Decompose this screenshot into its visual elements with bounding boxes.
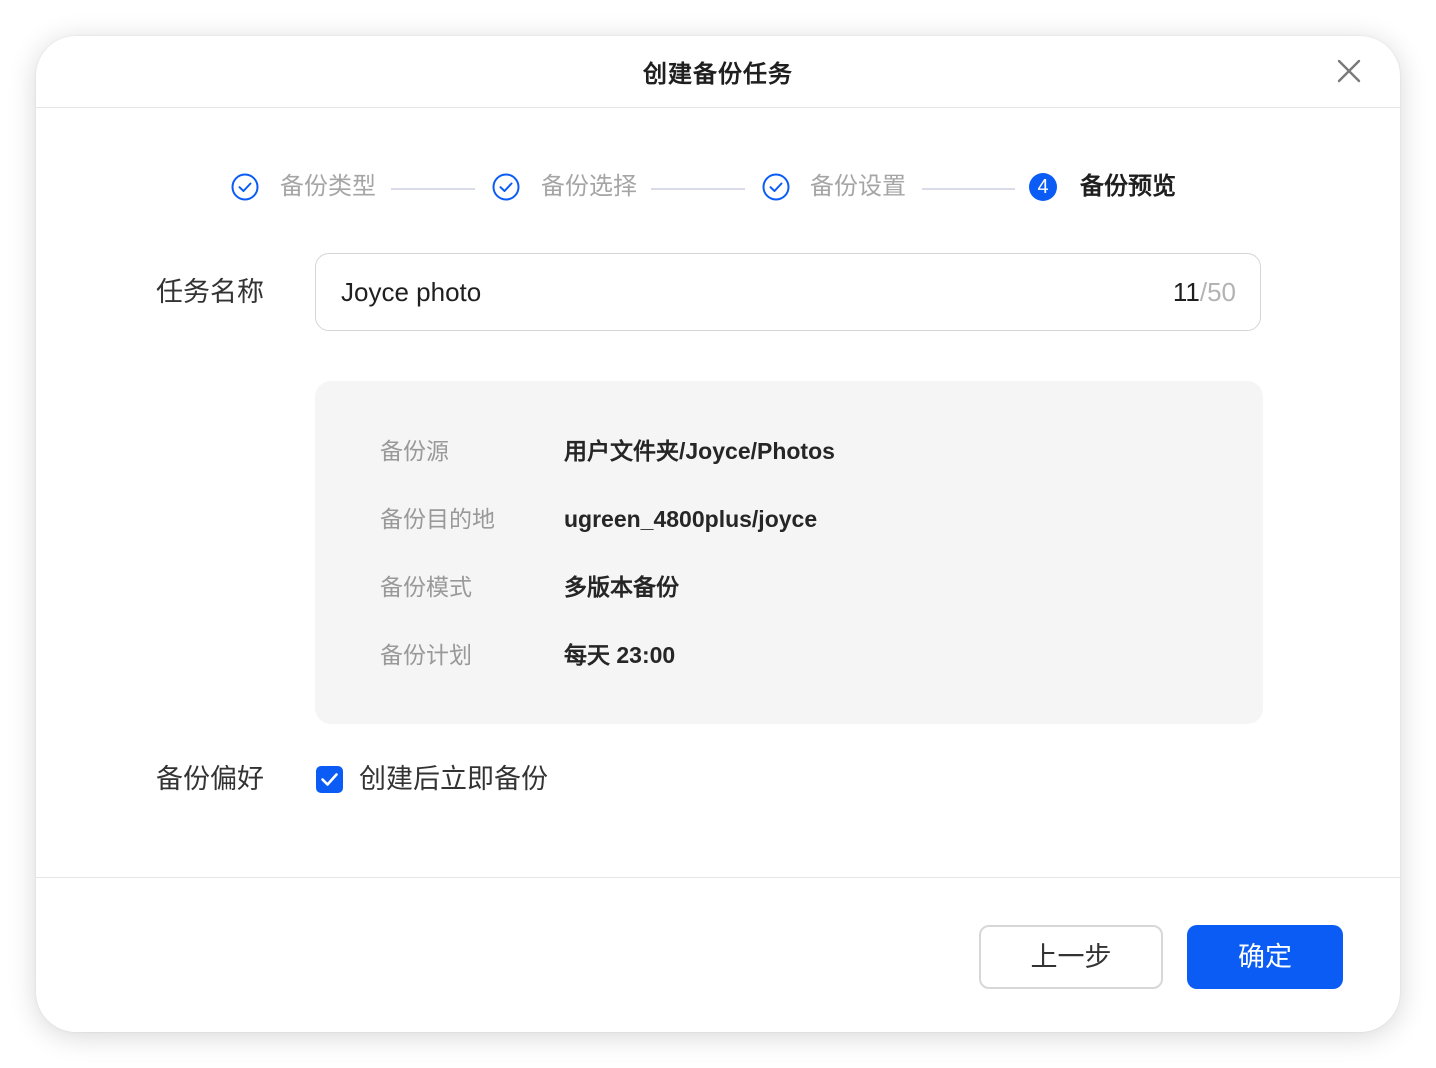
create-backup-dialog: 创建备份任务 备份类型 备份选择 备份设置 4 备份预览 任务名称 Joyce … — [36, 36, 1400, 1032]
summary-value-source: 用户文件夹/Joyce/Photos — [564, 438, 835, 464]
check-circle-icon — [762, 173, 790, 201]
checkmark-icon — [321, 773, 338, 786]
backup-preference-label: 备份偏好 — [156, 764, 264, 794]
confirm-button[interactable]: 确定 — [1187, 925, 1343, 989]
step-indicator: 备份类型 备份选择 备份设置 4 备份预览 — [36, 36, 1400, 236]
summary-key-mode: 备份模式 — [380, 574, 472, 600]
step-label-backup-settings: 备份设置 — [810, 173, 906, 200]
char-counter: 11/50 — [1173, 275, 1236, 309]
step-connector — [391, 188, 475, 190]
summary-value-schedule: 每天 23:00 — [564, 642, 676, 668]
previous-step-button[interactable]: 上一步 — [979, 925, 1163, 989]
char-max: /50 — [1199, 277, 1236, 307]
task-name-label: 任务名称 — [156, 277, 264, 307]
step-label-backup-type: 备份类型 — [280, 173, 376, 200]
summary-key-source: 备份源 — [380, 438, 449, 464]
check-circle-icon — [492, 173, 520, 201]
step-label-backup-selection: 备份选择 — [541, 173, 637, 200]
char-count: 11 — [1172, 277, 1200, 307]
summary-value-destination: ugreen_4800plus/joyce — [564, 506, 818, 532]
summary-value-mode: 多版本备份 — [564, 574, 679, 600]
step-connector — [922, 188, 1015, 190]
summary-key-destination: 备份目的地 — [380, 506, 495, 532]
backup-now-label[interactable]: 创建后立即备份 — [359, 762, 548, 796]
footer-divider — [36, 877, 1400, 878]
step-number-badge: 4 — [1029, 173, 1057, 201]
backup-summary-panel: 备份源 用户文件夹/Joyce/Photos 备份目的地 ugreen_4800… — [315, 381, 1263, 724]
task-name-value: Joyce photo — [341, 277, 482, 307]
summary-key-schedule: 备份计划 — [380, 642, 472, 668]
check-circle-icon — [231, 173, 259, 201]
step-label-backup-preview: 备份预览 — [1080, 173, 1176, 200]
task-name-input[interactable]: Joyce photo 11/50 — [315, 253, 1261, 331]
step-connector — [651, 188, 745, 190]
backup-now-checkbox[interactable] — [316, 766, 343, 793]
